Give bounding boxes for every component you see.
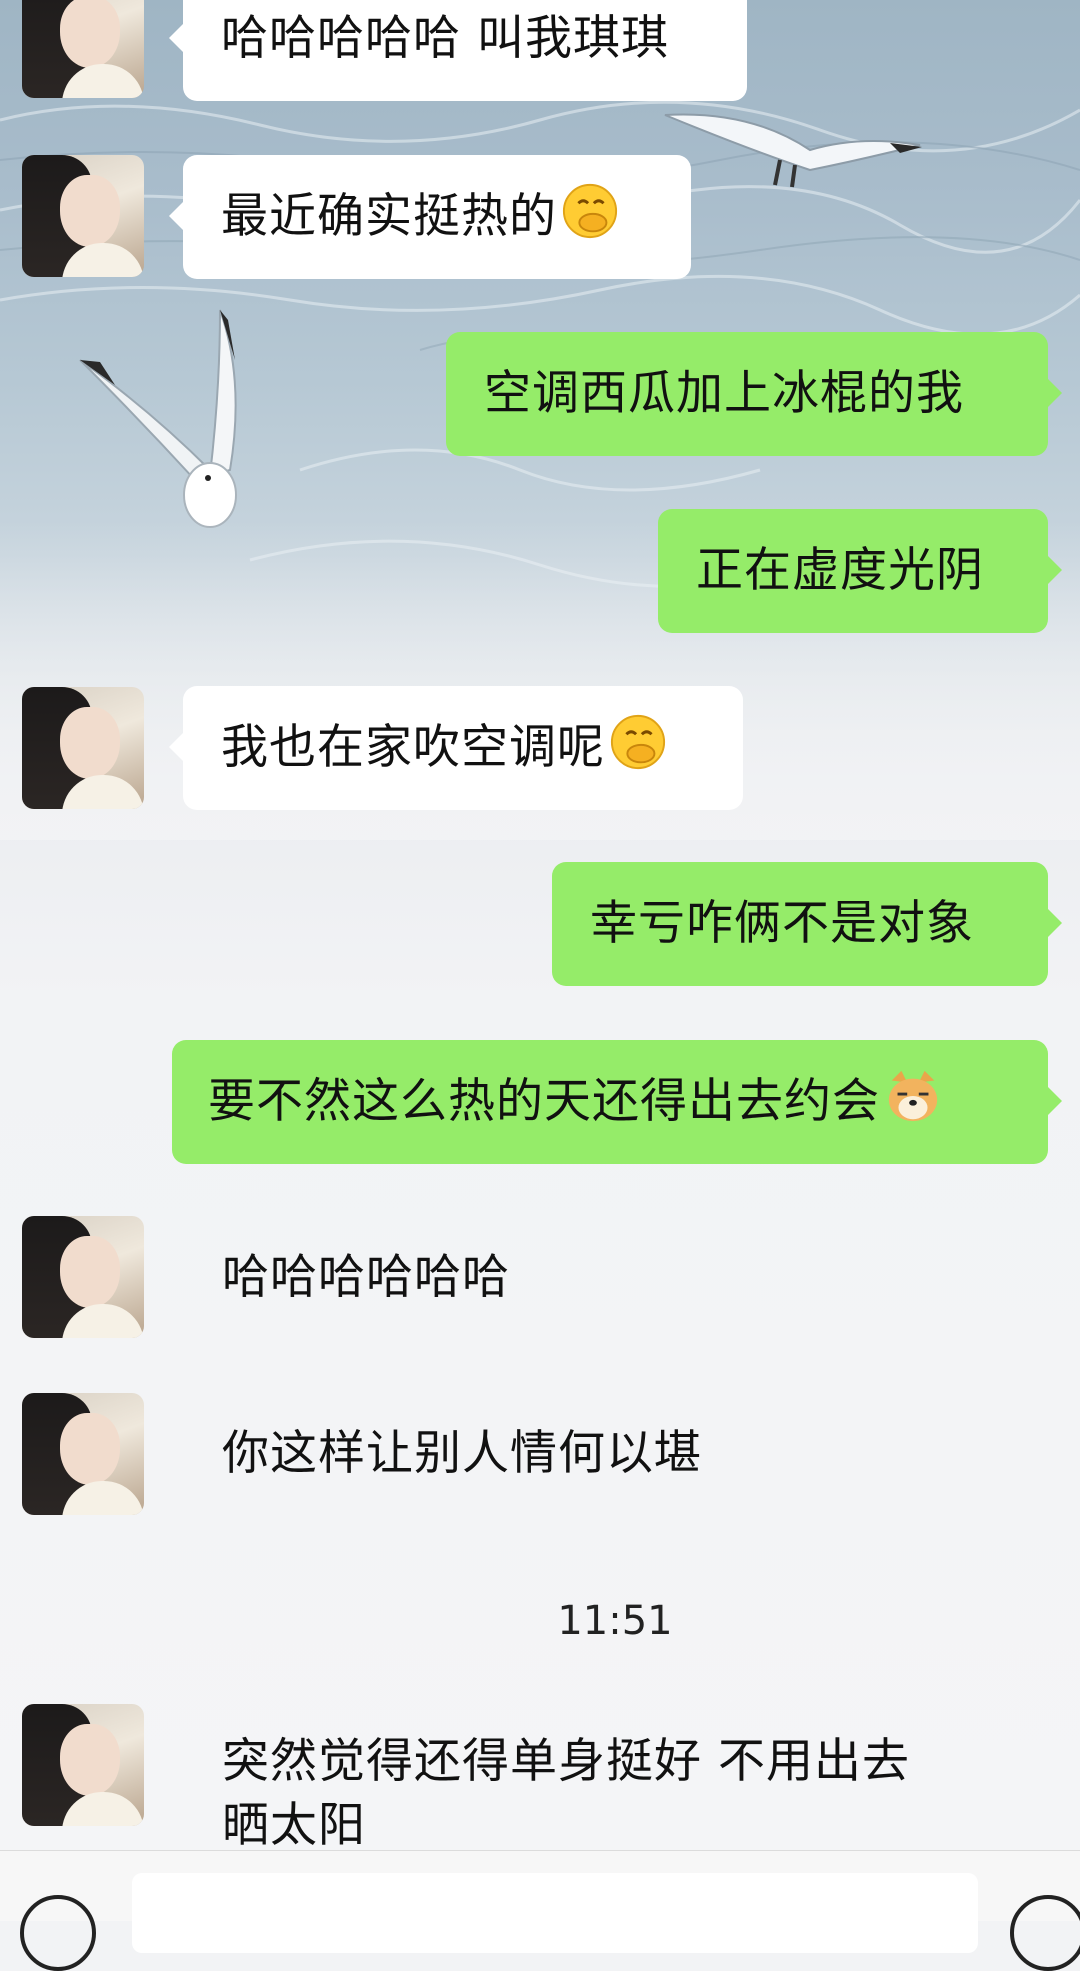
message-text: 要不然这么热的天还得出去约会	[208, 1074, 880, 1129]
message-text-line-1: 突然觉得还得单身挺好 不用出去	[222, 1734, 910, 1789]
contact-avatar[interactable]	[22, 1216, 144, 1338]
face-with-hand-over-mouth-emoji	[610, 714, 666, 770]
chat-input-bar	[0, 1850, 1080, 1971]
contact-avatar[interactable]	[22, 155, 144, 277]
outgoing-message-bubble[interactable]: 幸亏咋俩不是对象	[552, 862, 1062, 986]
emoji-icon[interactable]	[1010, 1895, 1080, 1971]
incoming-message-text[interactable]: 突然觉得还得单身挺好 不用出去 晒太阳	[222, 1730, 910, 1858]
contact-avatar[interactable]	[22, 0, 144, 98]
message-text: 我也在家吹空调呢	[221, 720, 605, 775]
incoming-message-text[interactable]: 你这样让别人情何以堪	[222, 1422, 702, 1486]
message-text: 幸亏咋俩不是对象	[590, 896, 974, 951]
message-text: 最近确实挺热的	[221, 189, 557, 244]
voice-icon[interactable]	[20, 1895, 96, 1971]
seagull-flying-image	[664, 113, 922, 188]
message-input[interactable]	[132, 1873, 978, 1953]
outgoing-message-bubble[interactable]: 空调西瓜加上冰棍的我	[446, 332, 1062, 456]
outgoing-message-bubble[interactable]: 要不然这么热的天还得出去约会	[172, 1040, 1062, 1164]
message-text: 空调西瓜加上冰棍的我	[484, 366, 964, 421]
incoming-message-text[interactable]: 哈哈哈哈哈哈	[222, 1246, 510, 1310]
contact-avatar[interactable]	[22, 687, 144, 809]
incoming-message-bubble[interactable]: 最近确实挺热的	[169, 155, 691, 279]
incoming-message-bubble[interactable]: 我也在家吹空调呢	[169, 686, 743, 810]
seagull-landing-image	[79, 309, 237, 528]
message-timestamp: 11:51	[557, 1598, 673, 1644]
contact-avatar[interactable]	[22, 1393, 144, 1515]
message-text-line-2: 晒太阳	[222, 1798, 366, 1853]
face-with-hand-over-mouth-emoji	[562, 183, 618, 239]
outgoing-message-bubble[interactable]: 正在虚度光阴	[658, 509, 1062, 633]
message-text: 正在虚度光阴	[696, 543, 984, 598]
incoming-message-bubble[interactable]: 哈哈哈哈哈 叫我琪琪	[169, 0, 747, 101]
message-text: 哈哈哈哈哈 叫我琪琪	[221, 11, 669, 66]
contact-avatar[interactable]	[22, 1704, 144, 1826]
doge-emoji	[888, 1070, 938, 1122]
